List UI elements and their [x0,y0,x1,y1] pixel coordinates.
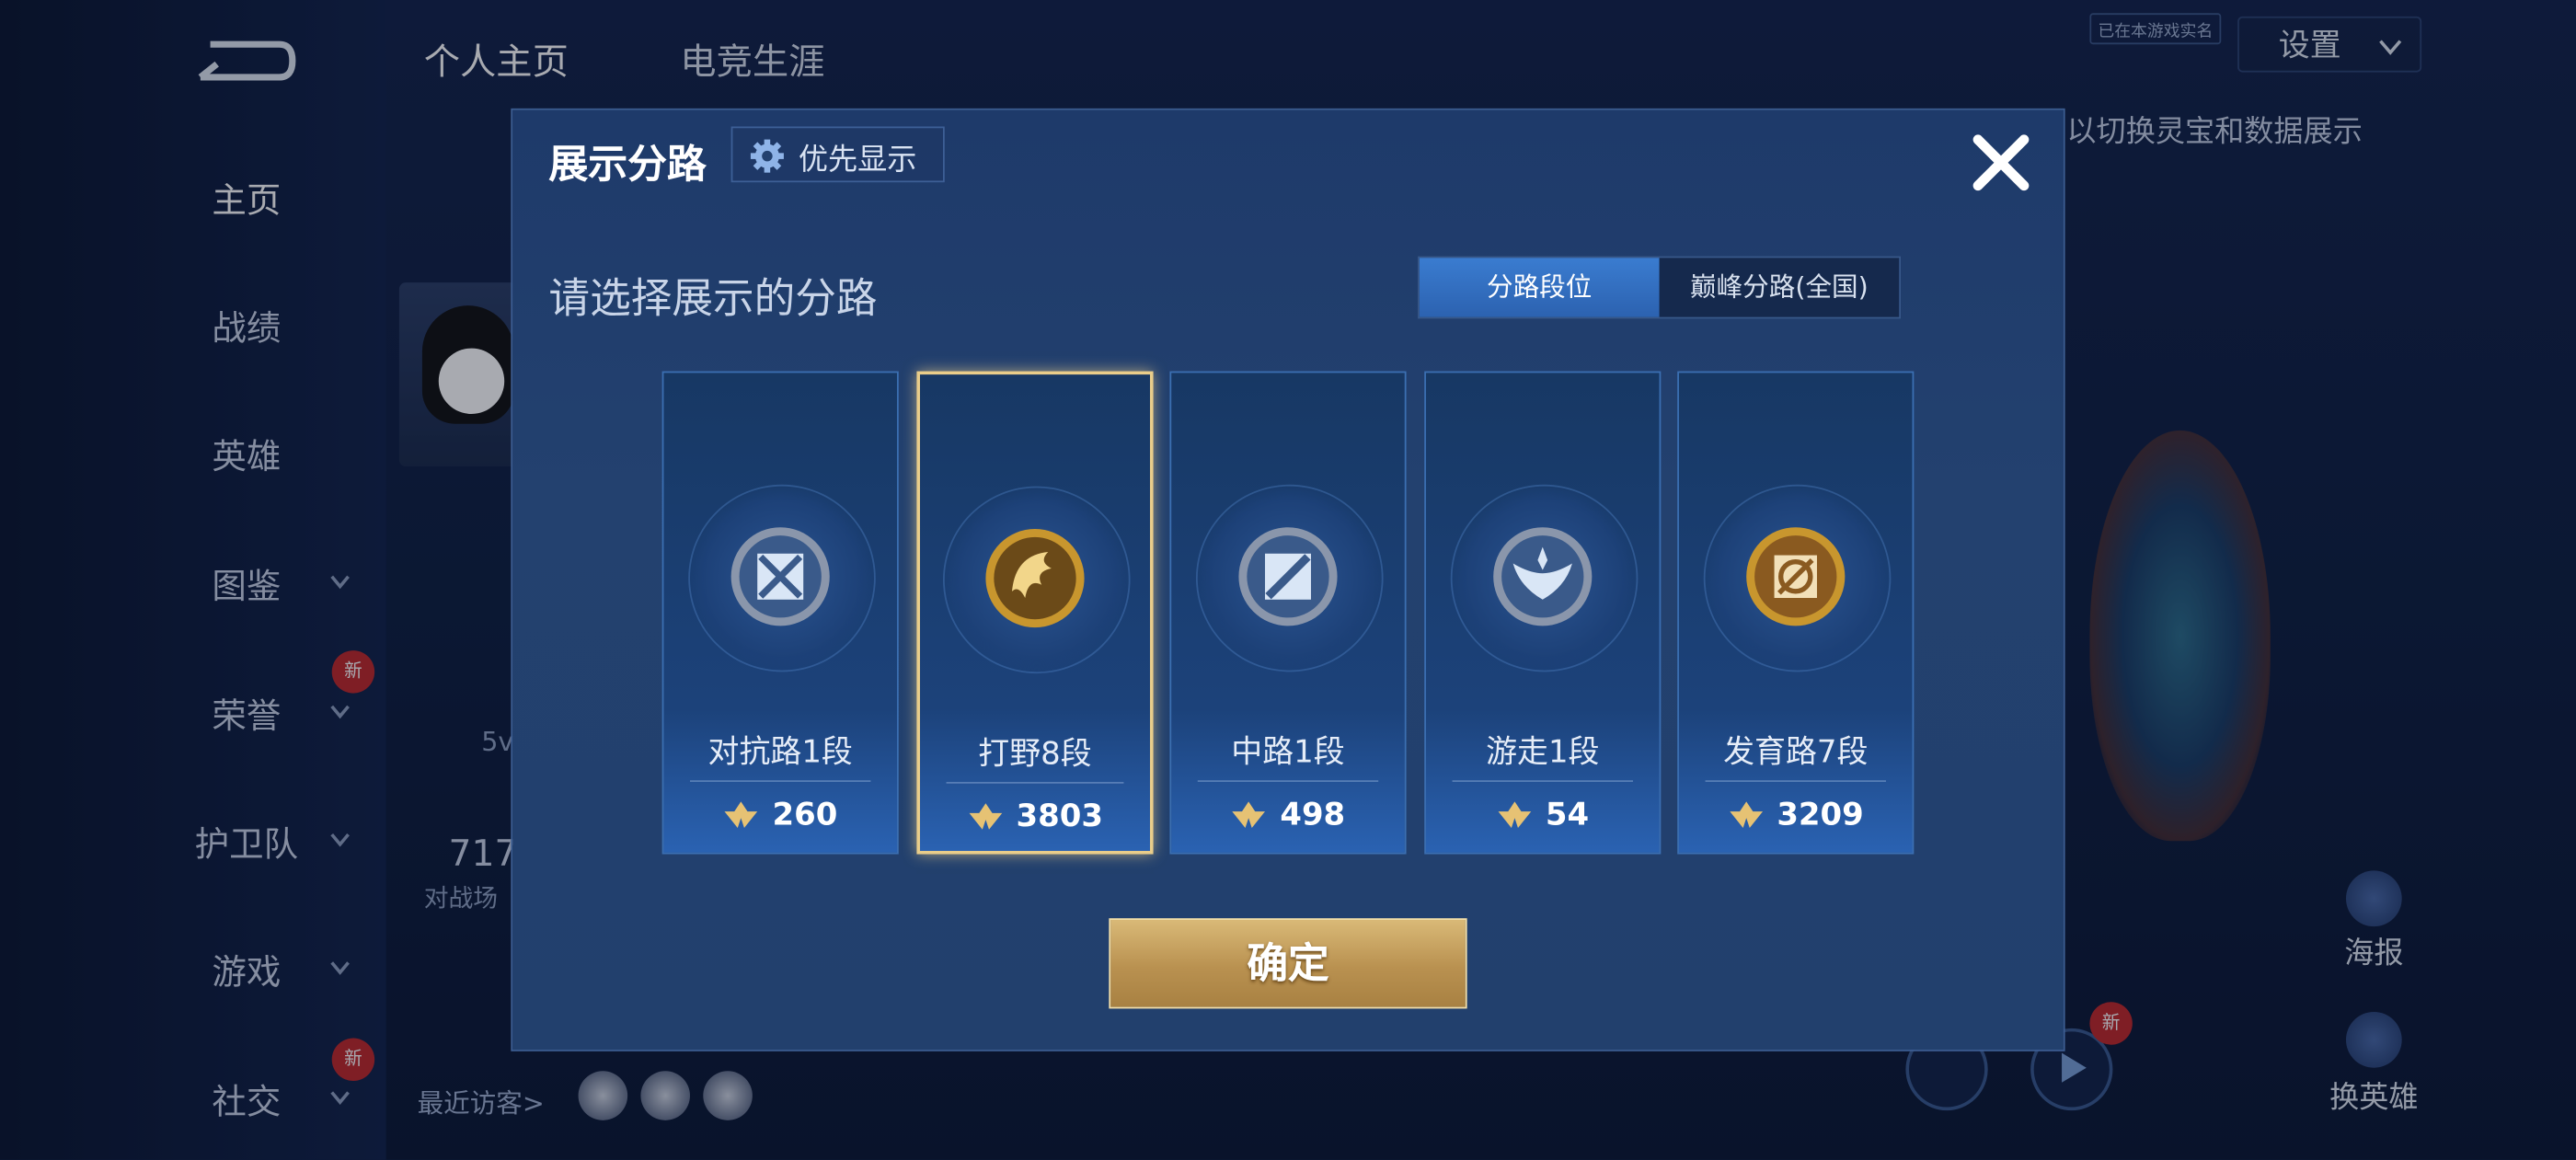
rank-score-icon [1498,801,1531,828]
rank-score-icon [968,803,1002,830]
lane-card-farm[interactable]: 发育路7段 3209 [1677,371,1915,855]
jungle-badge-icon [985,528,1085,628]
lane-mode-toggle: 分路段位 巅峰分路(全国) [1418,256,1902,319]
lane-score: 3209 [1679,797,1913,833]
lane-card-mid[interactable]: 中路1段 498 [1169,371,1407,855]
mid-lane-badge-icon [1238,527,1338,626]
lane-card-jungle[interactable]: 打野8段 3803 [916,371,1154,855]
clash-lane-badge-icon [730,527,830,626]
lane-score: 498 [1171,797,1405,833]
lane-card-roam[interactable]: 游走1段 54 [1424,371,1662,855]
lane-display-dialog: 展示分路 优先显示 请选择展示的分路 分路段位 巅峰分路(全国) 对抗路1段 2… [511,108,2065,1051]
rank-score-icon [1232,801,1266,828]
rank-score-icon [1729,801,1763,828]
lane-name: 游走1段 [1486,734,1600,771]
lane-score: 260 [663,797,897,833]
toggle-peak-lane[interactable]: 巅峰分路(全国) [1660,258,1900,316]
lane-name: 发育路7段 [1723,734,1869,771]
lane-name: 中路1段 [1231,734,1345,771]
roam-badge-icon [1493,527,1593,626]
toggle-lane-rank[interactable]: 分路段位 [1419,258,1660,317]
farm-lane-badge-icon [1746,527,1846,626]
lane-name: 打野8段 [978,735,1092,773]
gear-icon [750,139,784,173]
dialog-subtitle: 请选择展示的分路 [548,274,878,322]
confirm-button[interactable]: 确定 [1109,918,1467,1009]
dialog-title: 展示分路 [548,141,707,188]
lane-score: 3803 [920,798,1150,834]
lane-name: 对抗路1段 [707,734,853,771]
close-icon[interactable] [1965,126,2038,199]
priority-display-button[interactable]: 优先显示 [730,126,945,183]
priority-display-label: 优先显示 [798,143,917,178]
rank-score-icon [724,801,758,828]
lane-card-clash[interactable]: 对抗路1段 260 [661,371,899,855]
lane-score: 54 [1426,797,1660,833]
